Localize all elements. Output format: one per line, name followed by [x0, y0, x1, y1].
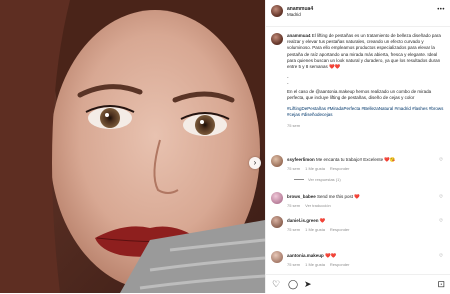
comment-username[interactable]: daniel.is.green	[287, 218, 319, 223]
post-actions-bar: ♡ ◯ ➤ ⊡	[266, 274, 450, 294]
post-media[interactable]: ›	[0, 0, 265, 293]
comment-avatar[interactable]	[271, 192, 283, 204]
comment-text: aantonia.makeup ❤️❤️	[287, 253, 337, 258]
comment-text: ssyfeerlimon Me encanta tu trabajo!! Exc…	[287, 157, 396, 162]
caption-paragraph-1: El lifting de pestañas es un tratamiento…	[287, 33, 441, 70]
comment-likes[interactable]: 1 Me gusta	[305, 166, 325, 171]
comment-like-icon[interactable]: ♡	[439, 253, 443, 259]
reply-button[interactable]: Responder	[330, 227, 350, 232]
comment-avatar[interactable]	[271, 216, 283, 228]
comment-like-icon[interactable]: ♡	[439, 194, 443, 200]
post-caption: anammua4 El lifting de pestañas es un tr…	[287, 33, 444, 130]
post-header: anammua4 Madrid •••	[266, 0, 450, 27]
translation-button[interactable]: Ver traducción	[305, 203, 331, 208]
comment-icon[interactable]: ◯	[288, 280, 298, 289]
comment-meta: 75 sem Ver traducción	[287, 203, 331, 208]
comment-text: brows_babee Send me this post ❤️	[287, 194, 360, 199]
comment-avatar[interactable]	[271, 155, 283, 167]
caption-time: 75 sem	[287, 123, 301, 129]
comment-like-icon[interactable]: ♡	[439, 218, 443, 224]
next-image-button[interactable]: ›	[249, 157, 261, 169]
instagram-post: › anammua4 Madrid ••• anammua4 El liftin…	[0, 0, 450, 293]
caption-hashtags[interactable]: #LiftingDePestañas #MiradaPerfecta #Bell…	[287, 106, 444, 118]
caption-username[interactable]: anammua4	[287, 33, 311, 38]
author-avatar[interactable]	[271, 5, 283, 17]
comment-meta: 75 sem 1 Me gusta Responder	[287, 166, 350, 171]
post-photo	[0, 0, 265, 293]
reply-button[interactable]: Responder	[330, 262, 350, 267]
comment-meta: 75 sem 1 Me gusta Responder	[287, 227, 350, 232]
comment-text: daniel.is.green ❤️	[287, 218, 326, 223]
comment-likes[interactable]: 1 Me gusta	[305, 262, 325, 267]
comment-username[interactable]: ssyfeerlimon	[287, 157, 315, 162]
comment-likes[interactable]: 1 Me gusta	[305, 227, 325, 232]
save-icon[interactable]: ⊡	[437, 280, 445, 289]
post-location[interactable]: Madrid	[287, 12, 301, 17]
comment-meta: 75 sem 1 Me gusta Responder	[287, 262, 350, 267]
comment-like-icon[interactable]: ♡	[439, 157, 443, 163]
share-icon[interactable]: ➤	[304, 280, 312, 289]
caption-dash-2: -	[287, 81, 289, 87]
caption-avatar[interactable]	[271, 33, 283, 45]
comment-avatar[interactable]	[271, 251, 283, 263]
comment-username[interactable]: aantonia.makeup	[287, 253, 324, 258]
like-icon[interactable]: ♡	[272, 280, 280, 289]
post-sidebar: anammua4 Madrid ••• anammua4 El lifting …	[265, 0, 450, 293]
more-options-icon[interactable]: •••	[437, 7, 445, 13]
reply-button[interactable]: Responder	[330, 166, 350, 171]
comments-section[interactable]: anammua4 El lifting de pestañas es un tr…	[266, 27, 450, 267]
caption-paragraph-2: En el caso de @aantonia.makeup hemos rea…	[287, 88, 432, 100]
comment-username[interactable]: brows_babee	[287, 194, 316, 199]
view-replies-button[interactable]: Ver respuestas (1)	[294, 177, 341, 182]
